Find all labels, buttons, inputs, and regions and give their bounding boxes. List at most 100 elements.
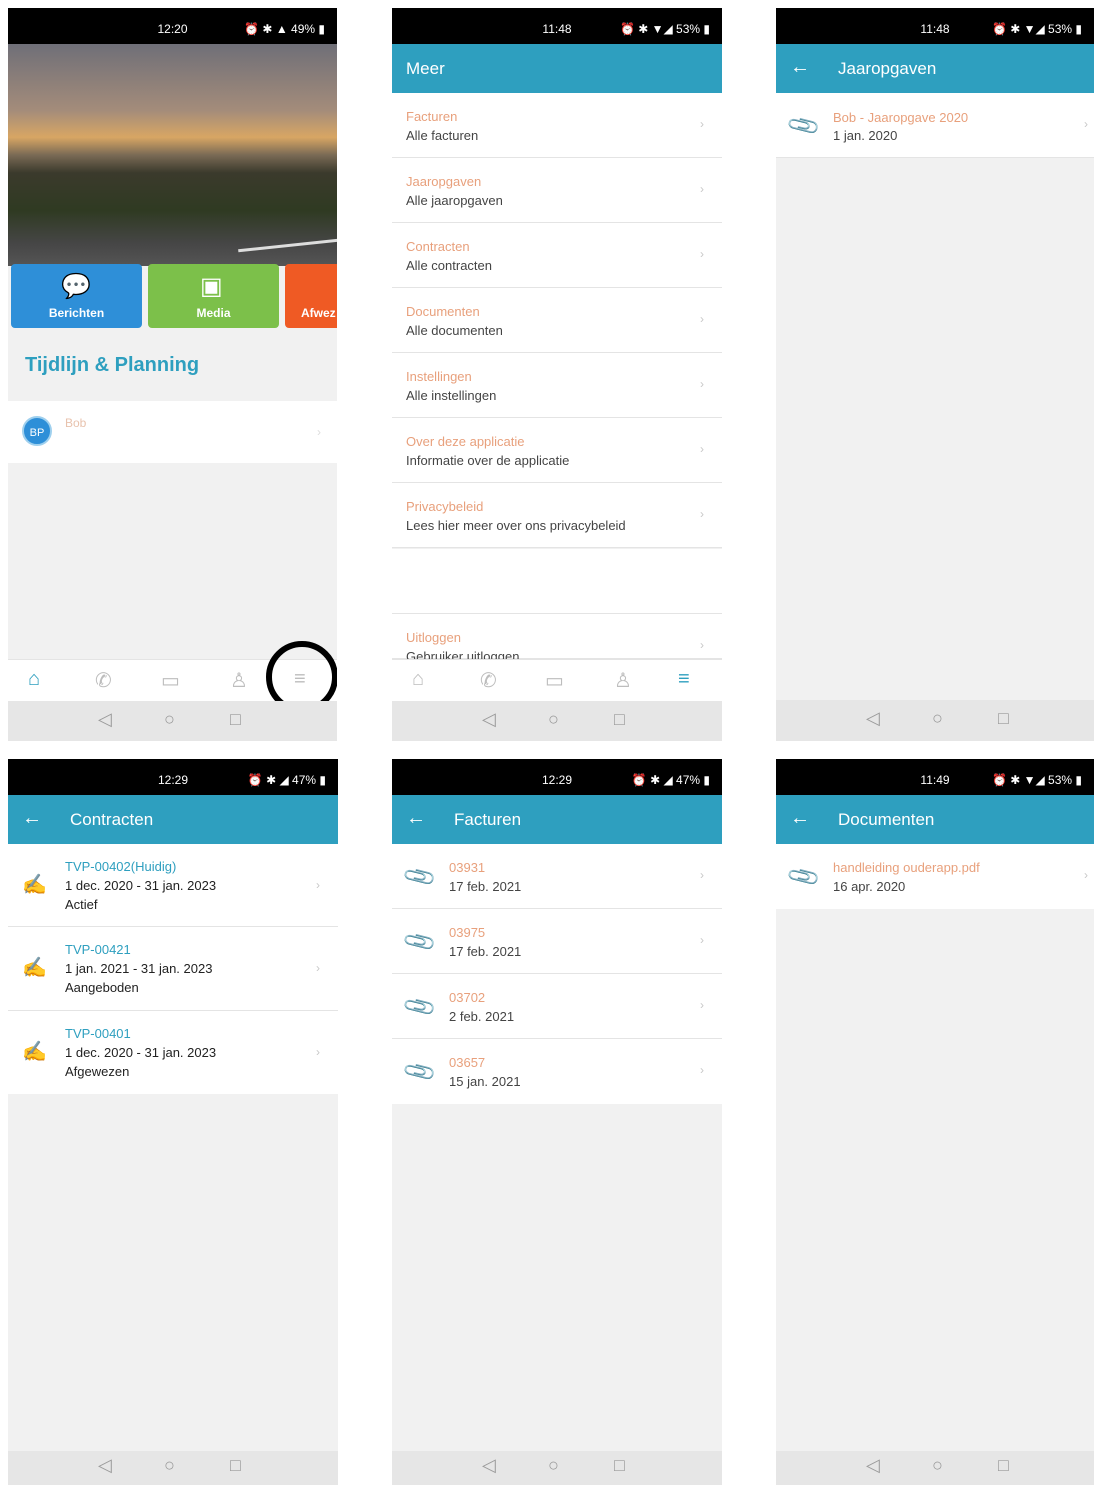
menu-item-uitloggen[interactable]: Uitloggen Gebruiker uitloggen ›	[392, 613, 722, 664]
app-bar: ← Jaaropgaven	[776, 44, 1094, 93]
menu-item-contracten[interactable]: Contracten Alle contracten ›	[392, 223, 722, 288]
tile-afwezig[interactable]: Afwez	[285, 264, 337, 328]
paperclip-icon: 📎	[401, 1053, 438, 1090]
menu-icon[interactable]: ≡	[678, 668, 690, 691]
nav-home-icon[interactable]: ○	[932, 708, 943, 729]
list-item[interactable]: 📎 Bob - Jaaropgave 2020 1 jan. 2020 ›	[776, 93, 1094, 158]
nav-back-icon[interactable]: ◁	[98, 1455, 112, 1476]
tile-berichten[interactable]: 💬 Berichten	[11, 264, 142, 328]
home-icon[interactable]: ⌂	[412, 668, 424, 691]
invoice-row[interactable]: 📎 03975 17 feb. 2021 ›	[392, 909, 722, 974]
android-nav-bar: ◁ ○ □	[392, 1451, 722, 1485]
nav-back-icon[interactable]: ◁	[482, 1455, 496, 1476]
document-row[interactable]: 📎 handleiding ouderapp.pdf 16 apr. 2020 …	[776, 844, 1094, 909]
contract-row[interactable]: ✍ TVP-00421 1 jan. 2021 - 31 jan. 2023 A…	[8, 927, 338, 1011]
screen-jaaropgaven: 11:48 ⏰ ✱ ▼◢ 53% ▮ ← Jaaropgaven 📎 Bob -…	[776, 8, 1094, 741]
contract-status: Actief	[65, 897, 98, 912]
nav-back-icon[interactable]: ◁	[866, 1455, 880, 1476]
item-date: 1 jan. 2020	[833, 128, 898, 143]
nav-home-icon[interactable]: ○	[164, 709, 175, 730]
nav-back-icon[interactable]: ◁	[866, 708, 880, 729]
android-nav-bar: ◁ ○ □	[392, 701, 722, 741]
invoice-number: 03702	[449, 990, 486, 1005]
phone-icon[interactable]: ✆	[480, 668, 497, 693]
nav-recents-icon[interactable]: □	[998, 1455, 1009, 1476]
nav-recents-icon[interactable]: □	[614, 1455, 625, 1476]
menu-item-sub: Alle instellingen	[406, 388, 497, 403]
menu-item-title: Contracten	[406, 239, 470, 254]
nav-back-icon[interactable]: ◁	[98, 709, 112, 730]
paperclip-icon: 📎	[401, 923, 438, 960]
paperclip-icon: 📎	[785, 107, 822, 144]
contract-range: 1 jan. 2021 - 31 jan. 2023	[65, 961, 213, 976]
chevron-right-icon: ›	[316, 961, 320, 975]
contract-id: TVP-00401	[65, 1026, 131, 1041]
document-title: handleiding ouderapp.pdf	[833, 860, 980, 875]
person-icon[interactable]: ♙	[230, 668, 248, 693]
status-bar: 11:48 ⏰ ✱ ▼◢ 53% ▮	[392, 8, 722, 44]
home-icon[interactable]: ⌂	[28, 668, 40, 691]
nav-recents-icon[interactable]: □	[614, 709, 625, 730]
tile-media[interactable]: ▣ Media	[148, 264, 279, 328]
back-arrow-icon[interactable]: ←	[790, 808, 810, 828]
status-icons: ⏰ ✱ ▼◢ 53% ▮	[991, 22, 1082, 36]
contract-id: TVP-00421	[65, 942, 131, 957]
invoice-date: 2 feb. 2021	[449, 1009, 515, 1024]
chevron-right-icon: ›	[700, 312, 704, 326]
contract-row[interactable]: ✍ TVP-00401 1 dec. 2020 - 31 jan. 2023 A…	[8, 1011, 338, 1094]
back-arrow-icon[interactable]: ←	[22, 808, 42, 828]
nav-recents-icon[interactable]: □	[230, 1455, 241, 1476]
nav-home-icon[interactable]: ○	[548, 1455, 559, 1476]
invoice-row[interactable]: 📎 03657 15 jan. 2021 ›	[392, 1039, 722, 1104]
menu-item-privacybeleid[interactable]: Privacybeleid Lees hier meer over ons pr…	[392, 483, 722, 548]
menu-item-title: Uitloggen	[406, 630, 461, 645]
app-bar: Meer	[392, 44, 722, 93]
monitor-icon[interactable]: ▭	[161, 668, 180, 693]
menu-item-jaaropgaven[interactable]: Jaaropgaven Alle jaaropgaven ›	[392, 158, 722, 223]
nav-home-icon[interactable]: ○	[164, 1455, 175, 1476]
status-icons: ⏰ ✱ ◢ 47% ▮	[247, 773, 326, 787]
phone-icon[interactable]: ✆	[95, 668, 112, 693]
invoice-number: 03657	[449, 1055, 486, 1070]
invoice-row[interactable]: 📎 03702 2 feb. 2021 ›	[392, 974, 722, 1039]
menu-item-instellingen[interactable]: Instellingen Alle instellingen ›	[392, 353, 722, 418]
invoice-date: 17 feb. 2021	[449, 879, 522, 894]
bottom-tab-bar: ⌂ ✆ ▭ ♙ ≡	[392, 659, 722, 701]
page-title: Facturen	[454, 810, 522, 829]
menu-item-sub: Alle facturen	[406, 128, 479, 143]
screen-documenten: 11:49 ⏰ ✱ ▼◢ 53% ▮ ← Documenten 📎 handle…	[776, 759, 1094, 1485]
back-arrow-icon[interactable]: ←	[790, 57, 810, 77]
menu-item-documenten[interactable]: Documenten Alle documenten ›	[392, 288, 722, 353]
chevron-right-icon: ›	[317, 425, 321, 439]
nav-recents-icon[interactable]: □	[230, 709, 241, 730]
nav-home-icon[interactable]: ○	[932, 1455, 943, 1476]
nav-home-icon[interactable]: ○	[548, 709, 559, 730]
person-icon[interactable]: ♙	[614, 668, 632, 693]
menu-item-title: Over deze applicatie	[406, 434, 525, 449]
chevron-right-icon: ›	[700, 182, 704, 196]
timeline-row[interactable]: BP Bob ›	[8, 401, 337, 463]
menu-item-over[interactable]: Over deze applicatie Informatie over de …	[392, 418, 722, 483]
back-arrow-icon[interactable]: ←	[406, 808, 426, 828]
menu-item-sub: Alle jaaropgaven	[406, 193, 503, 208]
tile-afwezig-label: Afwez	[301, 306, 336, 320]
page-title: Jaaropgaven	[838, 59, 937, 78]
menu-item-title: Documenten	[406, 304, 480, 319]
android-nav-bar: ◁ ○ □	[776, 700, 1094, 741]
screen-meer: 11:48 ⏰ ✱ ▼◢ 53% ▮ Meer Facturen Alle fa…	[392, 8, 722, 741]
menu-item-facturen[interactable]: Facturen Alle facturen ›	[392, 93, 722, 158]
nav-recents-icon[interactable]: □	[998, 708, 1009, 729]
chevron-right-icon: ›	[700, 247, 704, 261]
invoice-number: 03931	[449, 860, 486, 875]
nav-back-icon[interactable]: ◁	[482, 709, 496, 730]
invoice-row[interactable]: 📎 03931 17 feb. 2021 ›	[392, 844, 722, 909]
android-nav-bar: ◁ ○ □	[8, 1451, 338, 1485]
app-bar: ← Documenten	[776, 795, 1094, 844]
contract-row[interactable]: ✍ TVP-00402(Huidig) 1 dec. 2020 - 31 jan…	[8, 844, 338, 927]
chevron-right-icon: ›	[700, 638, 704, 652]
page-title: Contracten	[70, 810, 154, 829]
contract-id: TVP-00402(Huidig)	[65, 859, 177, 874]
status-icons: ⏰ ✱ ◢ 47% ▮	[631, 773, 710, 787]
monitor-icon[interactable]: ▭	[545, 668, 564, 693]
menu-item-sub: Alle contracten	[406, 258, 492, 273]
